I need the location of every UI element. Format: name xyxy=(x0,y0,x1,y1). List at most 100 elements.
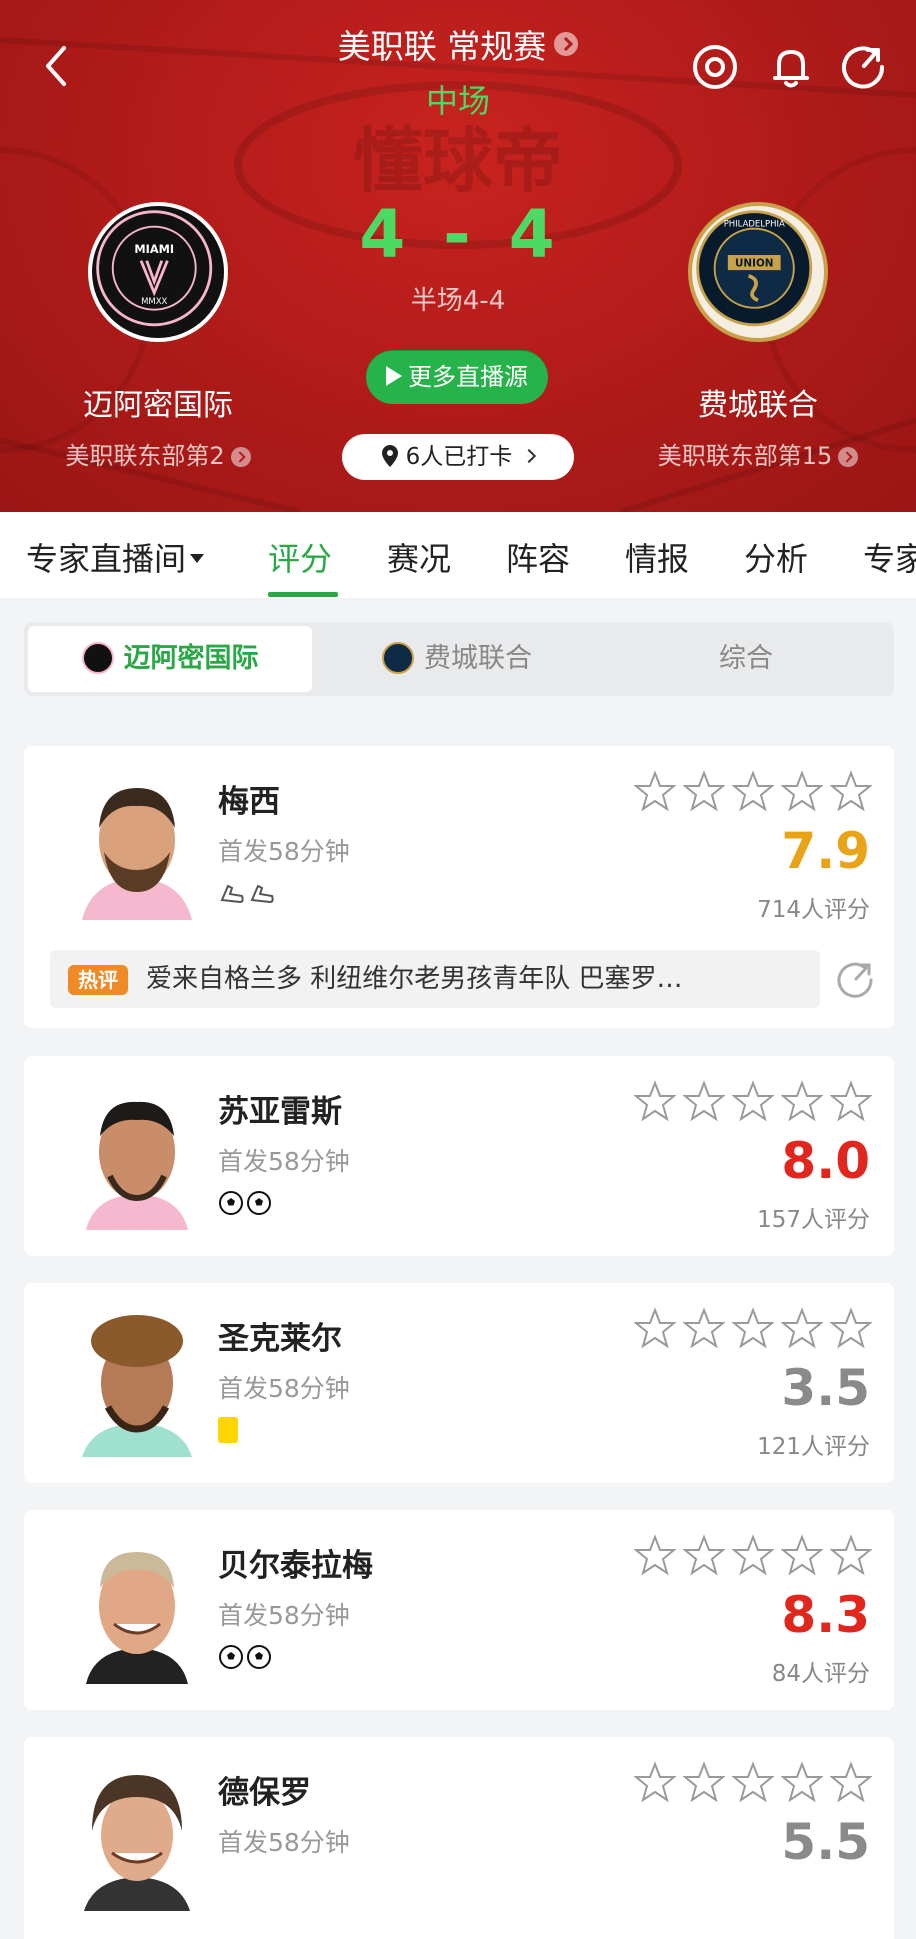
star-icon[interactable] xyxy=(633,770,677,812)
home-team-name[interactable]: 迈阿密国际 xyxy=(18,380,298,424)
chevron-right-icon xyxy=(554,32,579,56)
player-name: 梅西 xyxy=(218,784,280,820)
philadelphia-union-crest: PHILADELPHIA UNION xyxy=(696,210,813,327)
player-card[interactable]: 贝尔泰拉梅 首发58分钟 8.3 84人评分 xyxy=(24,1510,894,1710)
star-icon[interactable] xyxy=(731,770,775,812)
vote-count: 84人评分 xyxy=(771,1661,870,1687)
match-header: 懂球帝 美职联 常规赛 中场 MIAMI MMXX 迈阿密国际 美职联东部第2 … xyxy=(0,0,916,512)
star-icon[interactable] xyxy=(682,1080,726,1122)
star-icon[interactable] xyxy=(780,770,824,812)
rating-stars[interactable] xyxy=(627,1307,873,1351)
notification-button[interactable] xyxy=(766,42,816,92)
caret-down-icon xyxy=(190,553,205,563)
player-name: 圣克莱尔 xyxy=(218,1321,342,1357)
yellow-card-icon xyxy=(218,1417,238,1443)
hot-comment[interactable]: 热评 爱来自格兰多 利纽维尔老男孩青年队 巴塞罗… xyxy=(50,950,820,1008)
star-icon[interactable] xyxy=(633,1307,677,1349)
player-card[interactable]: 梅西 首发58分钟 7.9 714人评分 热评 爱来自格兰多 利纽维尔老男孩青年队… xyxy=(24,746,894,1028)
score-separator: - xyxy=(443,196,473,273)
star-icon[interactable] xyxy=(780,1534,824,1576)
tab-expert-live[interactable]: 专家直播间 xyxy=(26,534,205,580)
tab-bar: 专家直播间 评分 赛况 阵容 情报 分析 专家 xyxy=(0,512,916,598)
segment-overall[interactable]: 综合 xyxy=(602,626,890,692)
star-icon[interactable] xyxy=(829,1761,873,1803)
rating-stars[interactable] xyxy=(627,1534,873,1578)
hot-comment-text: 爱来自格兰多 利纽维尔老男孩青年队 巴塞罗… xyxy=(146,964,683,994)
tab-match-status[interactable]: 赛况 xyxy=(387,534,451,580)
star-icon[interactable] xyxy=(633,1534,677,1576)
football-icon xyxy=(247,1191,271,1215)
star-icon[interactable] xyxy=(829,1080,873,1122)
tab-label: 专家直播间 xyxy=(26,540,187,578)
star-icon[interactable] xyxy=(682,1307,726,1349)
checkin-label: 6人已打卡 xyxy=(405,444,513,470)
star-icon[interactable] xyxy=(682,1534,726,1576)
star-icon[interactable] xyxy=(731,1307,775,1349)
player-events xyxy=(218,1644,274,1674)
home-team-rank[interactable]: 美职联东部第2 xyxy=(18,436,298,471)
away-team-logo[interactable]: PHILADELPHIA UNION xyxy=(688,202,828,342)
rating-stars[interactable] xyxy=(627,1080,873,1124)
away-score: 4 xyxy=(508,196,557,273)
star-icon[interactable] xyxy=(682,1761,726,1803)
share-button[interactable] xyxy=(838,42,888,92)
tab-lineup[interactable]: 阵容 xyxy=(506,534,570,580)
live-sources-label: 更多直播源 xyxy=(408,363,528,391)
vote-count: 157人评分 xyxy=(757,1207,870,1233)
football-icon xyxy=(247,1645,271,1669)
star-icon[interactable] xyxy=(829,1307,873,1349)
player-rating: 8.0 xyxy=(781,1132,870,1190)
player-card[interactable]: 苏亚雷斯 首发58分钟 8.0 157人评分 xyxy=(24,1056,894,1256)
boot-icon xyxy=(220,884,244,904)
player-avatar xyxy=(62,1080,212,1230)
player-minutes: 首发58分钟 xyxy=(218,1147,350,1176)
tab-ratings[interactable]: 评分 xyxy=(268,534,332,580)
star-icon[interactable] xyxy=(780,1080,824,1122)
active-tab-indicator xyxy=(268,592,338,597)
star-icon[interactable] xyxy=(829,770,873,812)
star-icon[interactable] xyxy=(780,1307,824,1349)
target-button[interactable] xyxy=(690,42,740,92)
play-icon xyxy=(386,366,402,386)
star-icon[interactable] xyxy=(633,1080,677,1122)
chevron-right-icon xyxy=(522,448,537,464)
star-icon[interactable] xyxy=(780,1761,824,1803)
competition-name: 美职联 常规赛 xyxy=(337,27,547,66)
svg-text:UNION: UNION xyxy=(735,257,773,269)
player-rating: 5.5 xyxy=(781,1813,870,1871)
away-team-name[interactable]: 费城联合 xyxy=(618,380,898,424)
share-icon xyxy=(837,962,873,998)
vote-count: 714人评分 xyxy=(757,897,870,923)
player-rating: 3.5 xyxy=(781,1359,870,1417)
vote-count: 121人评分 xyxy=(757,1434,870,1460)
player-name: 苏亚雷斯 xyxy=(218,1094,342,1130)
star-icon[interactable] xyxy=(731,1761,775,1803)
comment-share-button[interactable] xyxy=(836,960,876,1000)
player-events xyxy=(218,880,278,910)
star-icon[interactable] xyxy=(829,1534,873,1576)
tab-experts[interactable]: 专家 xyxy=(863,534,916,580)
rating-stars[interactable] xyxy=(627,1761,873,1805)
watermark-text: 懂球帝 xyxy=(353,120,563,202)
tab-analysis[interactable]: 分析 xyxy=(744,534,808,580)
away-team-rank[interactable]: 美职联东部第15 xyxy=(618,436,898,471)
player-card[interactable]: 德保罗 首发58分钟 5.5 xyxy=(24,1737,894,1939)
home-rank-label: 美职联东部第2 xyxy=(65,442,225,470)
rating-stars[interactable] xyxy=(627,770,873,814)
player-name: 贝尔泰拉梅 xyxy=(218,1548,373,1584)
player-rating: 7.9 xyxy=(781,822,870,880)
segment-away[interactable]: 费城联合 xyxy=(314,626,600,692)
football-icon xyxy=(219,1191,243,1215)
more-live-sources-button[interactable]: 更多直播源 xyxy=(366,350,548,404)
star-icon[interactable] xyxy=(731,1080,775,1122)
player-minutes: 首发58分钟 xyxy=(218,837,350,866)
segment-home[interactable]: 迈阿密国际 xyxy=(28,626,312,692)
checkin-button[interactable]: 6人已打卡 xyxy=(342,434,574,480)
boot-icon xyxy=(250,884,274,904)
player-card[interactable]: 圣克莱尔 首发58分钟 3.5 121人评分 xyxy=(24,1283,894,1483)
star-icon[interactable] xyxy=(633,1761,677,1803)
star-icon[interactable] xyxy=(682,770,726,812)
star-icon[interactable] xyxy=(731,1534,775,1576)
player-avatar xyxy=(62,770,212,920)
tab-intel[interactable]: 情报 xyxy=(625,534,689,580)
